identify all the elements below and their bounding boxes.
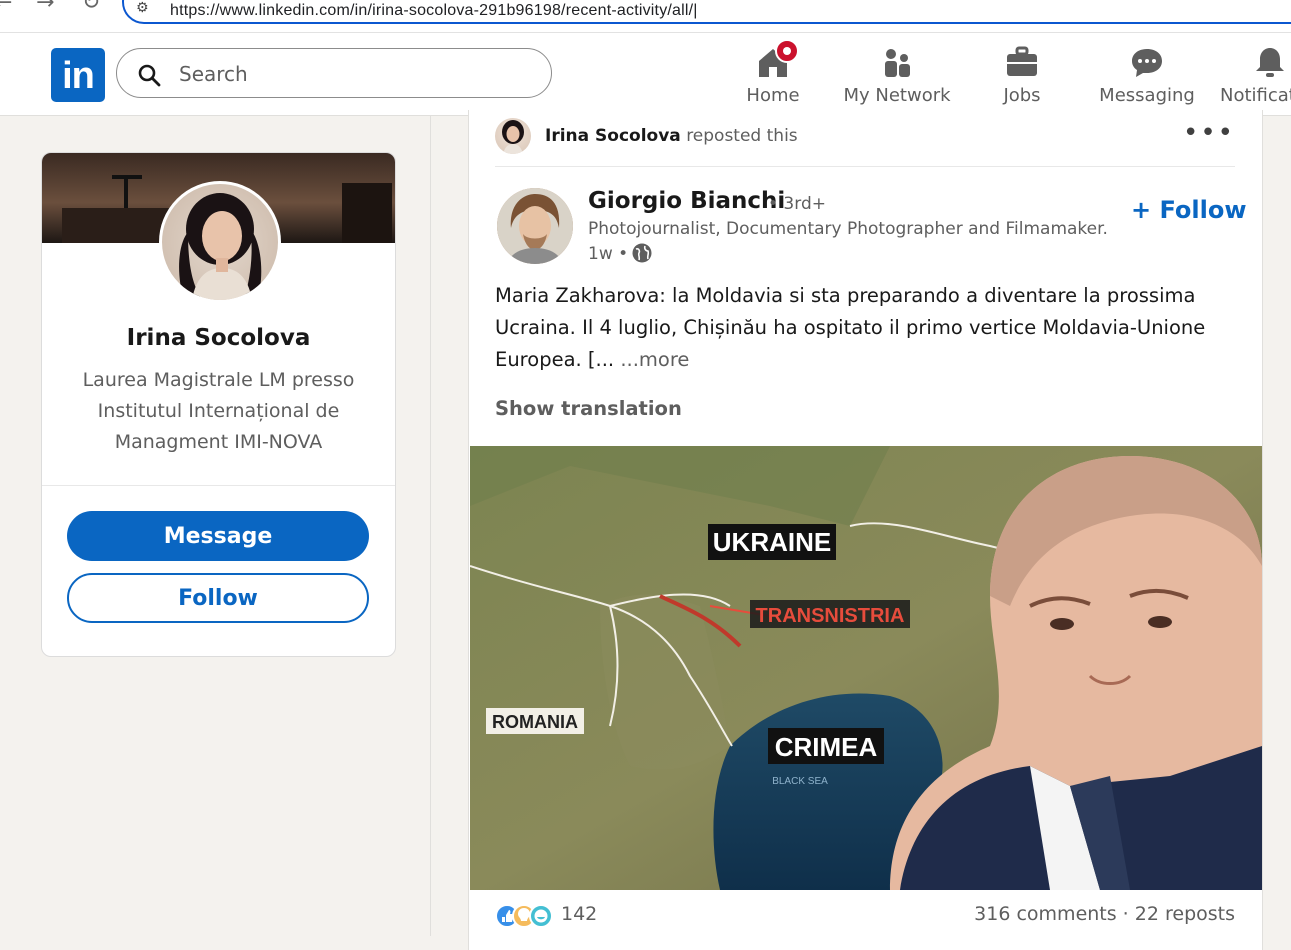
nav-jobs[interactable]: Jobs bbox=[982, 39, 1062, 115]
repost-action: reposted this bbox=[686, 126, 798, 146]
map-label-ukraine: UKRAINE bbox=[713, 527, 831, 557]
reposter-avatar[interactable] bbox=[495, 118, 531, 154]
map-label-crimea: CRIMEA bbox=[775, 732, 878, 762]
map-label-transnistria: TRANSNISTRIA bbox=[756, 605, 905, 627]
globe-icon bbox=[632, 243, 652, 263]
more-options-icon[interactable]: ••• bbox=[1183, 118, 1235, 148]
nav-my-network-label: My Network bbox=[843, 85, 951, 106]
author-avatar[interactable] bbox=[497, 188, 573, 264]
see-more-link[interactable]: ...more bbox=[614, 348, 689, 371]
profile-headline: Laurea Magistrale LM presso Institutul I… bbox=[82, 369, 355, 453]
people-icon bbox=[885, 49, 910, 77]
nav-notifications-label: Notificat bbox=[1220, 85, 1291, 106]
map-label-black-sea: BLACK SEA bbox=[772, 776, 828, 787]
top-nav: in Home My Network Jobs bbox=[0, 33, 1291, 116]
reposter-name[interactable]: Irina Socolova bbox=[545, 126, 681, 146]
author-follow-button[interactable]: + Follow bbox=[1131, 196, 1247, 224]
site-settings-icon[interactable]: ⚙ bbox=[136, 0, 149, 16]
post-card: Irina Socolova reposted this ••• Giorgio… bbox=[468, 110, 1263, 950]
forward-arrow-icon[interactable]: → bbox=[36, 0, 54, 15]
profile-avatar[interactable] bbox=[159, 181, 281, 303]
author-name[interactable]: Giorgio Bianchi bbox=[588, 188, 785, 214]
reaction-count[interactable]: 142 bbox=[561, 903, 597, 925]
back-arrow-icon[interactable]: ← bbox=[0, 0, 12, 15]
post-body: Maria Zakharova: la Moldavia si sta prep… bbox=[495, 280, 1215, 376]
post-timestamp: 1w • bbox=[588, 244, 629, 264]
repost-header: Irina Socolova reposted this ••• bbox=[495, 118, 1235, 167]
search-bar[interactable] bbox=[116, 48, 552, 98]
follow-button[interactable]: Follow bbox=[67, 573, 369, 623]
linkedin-logo[interactable]: in bbox=[51, 48, 105, 102]
divider bbox=[42, 485, 395, 486]
reaction-icons[interactable] bbox=[495, 902, 557, 930]
briefcase-icon bbox=[1007, 46, 1037, 76]
profile-name[interactable]: Irina Socolova bbox=[42, 325, 395, 351]
url-text[interactable]: https://www.linkedin.com/in/irina-socolo… bbox=[170, 2, 698, 20]
search-input[interactable] bbox=[177, 59, 521, 89]
reload-icon[interactable]: ↻ bbox=[82, 0, 100, 15]
messaging-icon bbox=[1132, 49, 1162, 77]
nav-my-network[interactable]: My Network bbox=[838, 39, 956, 115]
post-text: Maria Zakharova: la Moldavia si sta prep… bbox=[495, 284, 1206, 371]
message-button[interactable]: Message bbox=[67, 511, 369, 561]
nav-home[interactable]: Home bbox=[733, 39, 813, 115]
profile-card: Irina Socolova Laurea Magistrale LM pres… bbox=[41, 152, 396, 657]
author-headline: Photojournalist, Documentary Photographe… bbox=[588, 219, 1108, 239]
post-image[interactable]: UKRAINE TRANSNISTRIA ROMANIA CRIMEA BLAC… bbox=[470, 446, 1262, 890]
home-notification-badge bbox=[775, 39, 799, 63]
browser-toolbar: ← → ↻ ⚙ https://www.linkedin.com/in/irin… bbox=[0, 0, 1291, 33]
nav-notifications[interactable]: Notificat bbox=[1218, 39, 1291, 115]
repost-label: Irina Socolova reposted this bbox=[545, 126, 798, 146]
nav-messaging[interactable]: Messaging bbox=[1097, 39, 1197, 115]
nav-messaging-label: Messaging bbox=[1099, 85, 1195, 106]
nav-home-label: Home bbox=[746, 85, 800, 106]
show-translation-button[interactable]: Show translation bbox=[495, 397, 682, 420]
comments-reposts-count[interactable]: 316 comments · 22 reposts bbox=[974, 903, 1235, 925]
address-bar[interactable]: ⚙ https://www.linkedin.com/in/irina-soco… bbox=[122, 0, 1291, 24]
nav-jobs-label: Jobs bbox=[1003, 85, 1041, 106]
social-counts: 142 316 comments · 22 reposts bbox=[495, 898, 1235, 934]
connection-degree: • 3rd+ bbox=[768, 194, 826, 214]
bell-icon bbox=[1256, 48, 1284, 77]
search-icon bbox=[138, 64, 161, 87]
map-label-romania: ROMANIA bbox=[492, 712, 578, 732]
